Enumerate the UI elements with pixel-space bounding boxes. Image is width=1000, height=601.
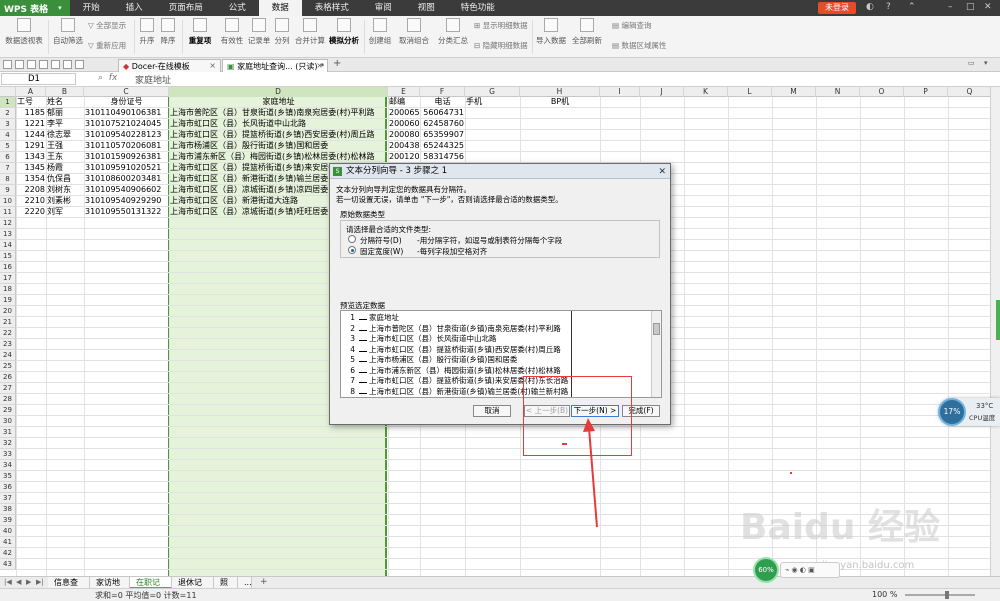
cpu-widget[interactable]: 17% 33°C CPU温度 (938, 398, 1000, 426)
arrow-head (583, 418, 595, 432)
arrow-line (588, 427, 598, 528)
baidu-watermark: Baidu 经验 (740, 507, 941, 548)
cpu-label: CPU温度 (969, 414, 996, 422)
float-toolbar[interactable]: ⌁ ◉ ◐ ▣ (780, 562, 840, 578)
speed-badge[interactable]: 60% (753, 557, 779, 583)
cpu-temp: 33°C (976, 402, 994, 410)
cpu-usage: 17% (938, 398, 966, 426)
float-toolbar-icon: ⌁ ◉ ◐ ▣ (785, 566, 815, 574)
